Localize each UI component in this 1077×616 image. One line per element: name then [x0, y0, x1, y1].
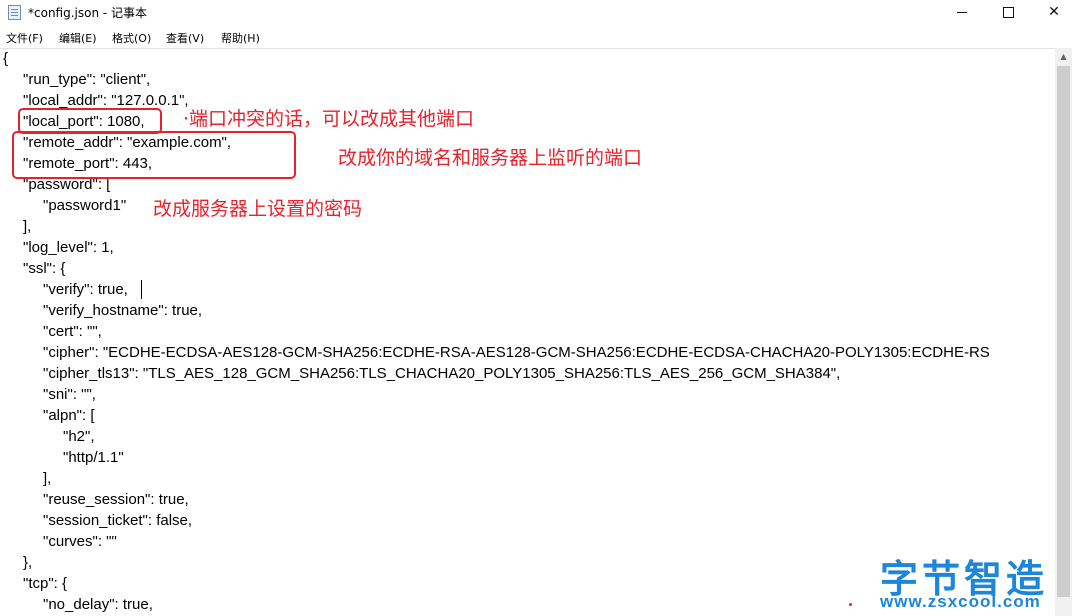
menu-edit[interactable]: 编辑(E) [59, 30, 97, 46]
code-line: "run_type": "client", [23, 71, 151, 88]
code-line: ], [43, 470, 52, 487]
menu-file[interactable]: 文件(F) [6, 30, 43, 46]
scroll-up-arrow-icon[interactable]: ▲ [1055, 48, 1072, 65]
code-line: "curves": "" [43, 533, 117, 550]
code-line: }, [23, 554, 33, 571]
watermark-dot [849, 603, 852, 606]
code-line: "h2", [63, 428, 95, 445]
vertical-scrollbar[interactable]: ▲ [1055, 48, 1072, 616]
annotation-password-note: 改成服务器上设置的密码 [153, 198, 363, 220]
menu-format[interactable]: 格式(O) [112, 30, 151, 46]
minimize-icon [957, 12, 967, 13]
code-line: "log_level": 1, [23, 239, 114, 256]
window-title: *config.json - 记事本 [28, 6, 148, 20]
menu-bar: 文件(F) 编辑(E) 格式(O) 查看(V) 帮助(H) [0, 27, 1077, 48]
code-line: "session_ticket": false, [43, 512, 193, 529]
scroll-thumb[interactable] [1057, 66, 1070, 597]
code-line: "reuse_session": true, [43, 491, 189, 508]
code-line: "cipher_tls13": "TLS_AES_128_GCM_SHA256:… [43, 365, 841, 382]
code-line: "no_delay": true, [43, 596, 153, 613]
annotation-port-note: ·端口冲突的话，可以改成其他端口 [183, 108, 475, 130]
code-line: "alpn": [ [43, 407, 95, 424]
code-line: "tcp": { [23, 575, 68, 592]
close-icon: ✕ [1048, 4, 1060, 20]
code-line: "http/1.1" [63, 449, 124, 466]
text-cursor [141, 280, 142, 299]
code-line: "verify_hostname": true, [43, 302, 203, 319]
close-button[interactable]: ✕ [1031, 0, 1077, 26]
code-line: "cert": "", [43, 323, 102, 340]
code-line: { [3, 50, 9, 67]
watermark-url: www.zsxcool.com [880, 592, 1041, 611]
menu-help[interactable]: 帮助(H) [221, 30, 260, 46]
maximize-button[interactable] [985, 0, 1031, 26]
minimize-button[interactable] [939, 0, 985, 26]
annotation-domain-note: 改成你的域名和服务器上监听的端口 [338, 147, 643, 169]
menu-view[interactable]: 查看(V) [166, 30, 204, 46]
code-line: "verify": true, [43, 281, 128, 298]
code-line: "password1" [43, 197, 127, 214]
maximize-icon [1003, 7, 1014, 18]
code-line: "sni": "", [43, 386, 96, 403]
code-line: "cipher": "ECDHE-ECDSA-AES128-GCM-SHA256… [43, 344, 990, 361]
highlight-remote [12, 131, 296, 179]
title-bar[interactable]: *config.json - 记事本 ✕ [0, 0, 1077, 26]
code-line: "ssl": { [23, 260, 66, 277]
code-line: ], [23, 218, 32, 235]
notepad-window: *config.json - 记事本 ✕ 文件(F) 编辑(E) 格式(O) 查… [0, 0, 1077, 616]
notepad-icon [8, 5, 21, 20]
